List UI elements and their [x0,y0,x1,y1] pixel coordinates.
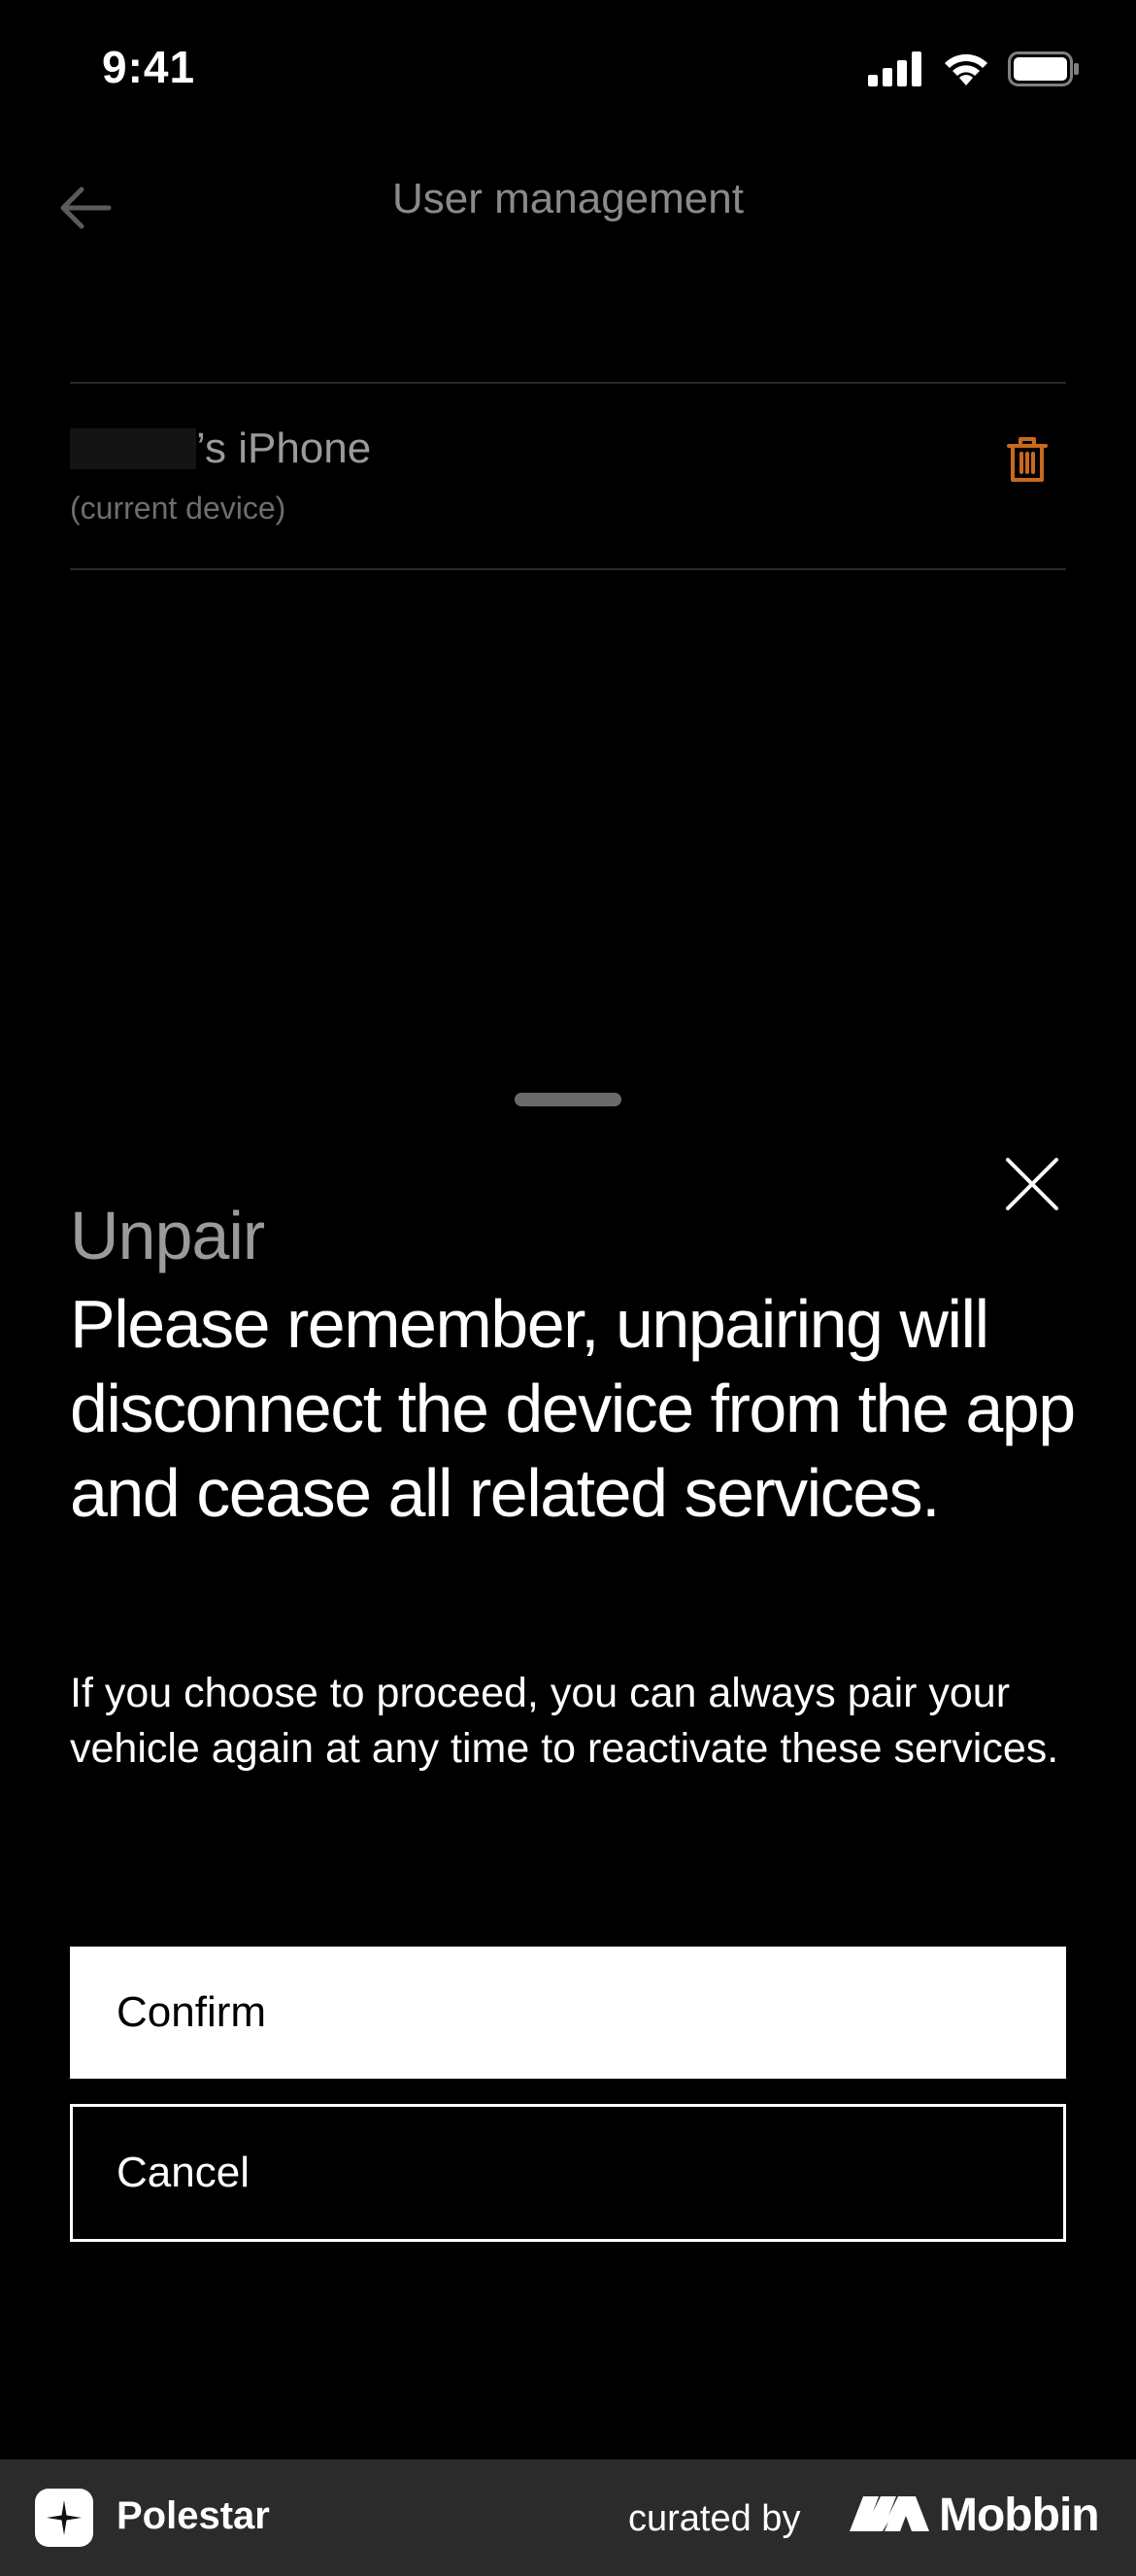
cancel-button[interactable]: Cancel [70,2104,1066,2242]
status-bar: 9:41 [0,0,1136,146]
mobbin-wordmark: Mobbin [939,2490,1100,2541]
sheet-grabber[interactable] [515,1093,621,1106]
mobbin-logo: Mobbin [850,2489,1100,2542]
close-icon [1005,1157,1059,1216]
confirm-button[interactable]: Confirm [70,1947,1066,2079]
redacted-name [70,428,196,469]
trash-icon [1007,436,1048,488]
page-title: User management [392,175,744,222]
delete-device-button[interactable] [998,432,1056,491]
battery-icon [1008,51,1080,91]
device-name: ’s iPhone [196,424,372,472]
sheet-heading: Please remember, unpairing will disconne… [70,1286,1076,1531]
sheet-overline: Unpair [70,1198,265,1273]
polestar-logo-icon [35,2489,93,2547]
footer-banner: Polestar curated by Mobbin [0,2459,1136,2576]
mobbin-mark-icon [850,2492,929,2538]
device-list-item[interactable]: ’s iPhone (current device) [70,382,1066,570]
close-button[interactable] [998,1152,1066,1220]
status-time: 9:41 [102,42,196,92]
user-management-screen: User management ’s iPhone (current devic… [0,146,1136,1117]
cellular-signal-icon [868,51,924,91]
sheet-body: If you choose to proceed, you can always… [70,1670,1059,1772]
device-subtitle: (current device) [70,491,286,525]
wifi-icon [942,51,990,92]
unpair-bottom-sheet: Unpair Please remember, unpairing will d… [0,1068,1136,2459]
status-icons [868,51,1080,92]
app-name: Polestar [117,2494,270,2537]
nav-header: User management [0,146,1136,272]
device-name-wrap: ’s iPhone [70,424,371,473]
curated-by-label: curated by [628,2498,801,2539]
